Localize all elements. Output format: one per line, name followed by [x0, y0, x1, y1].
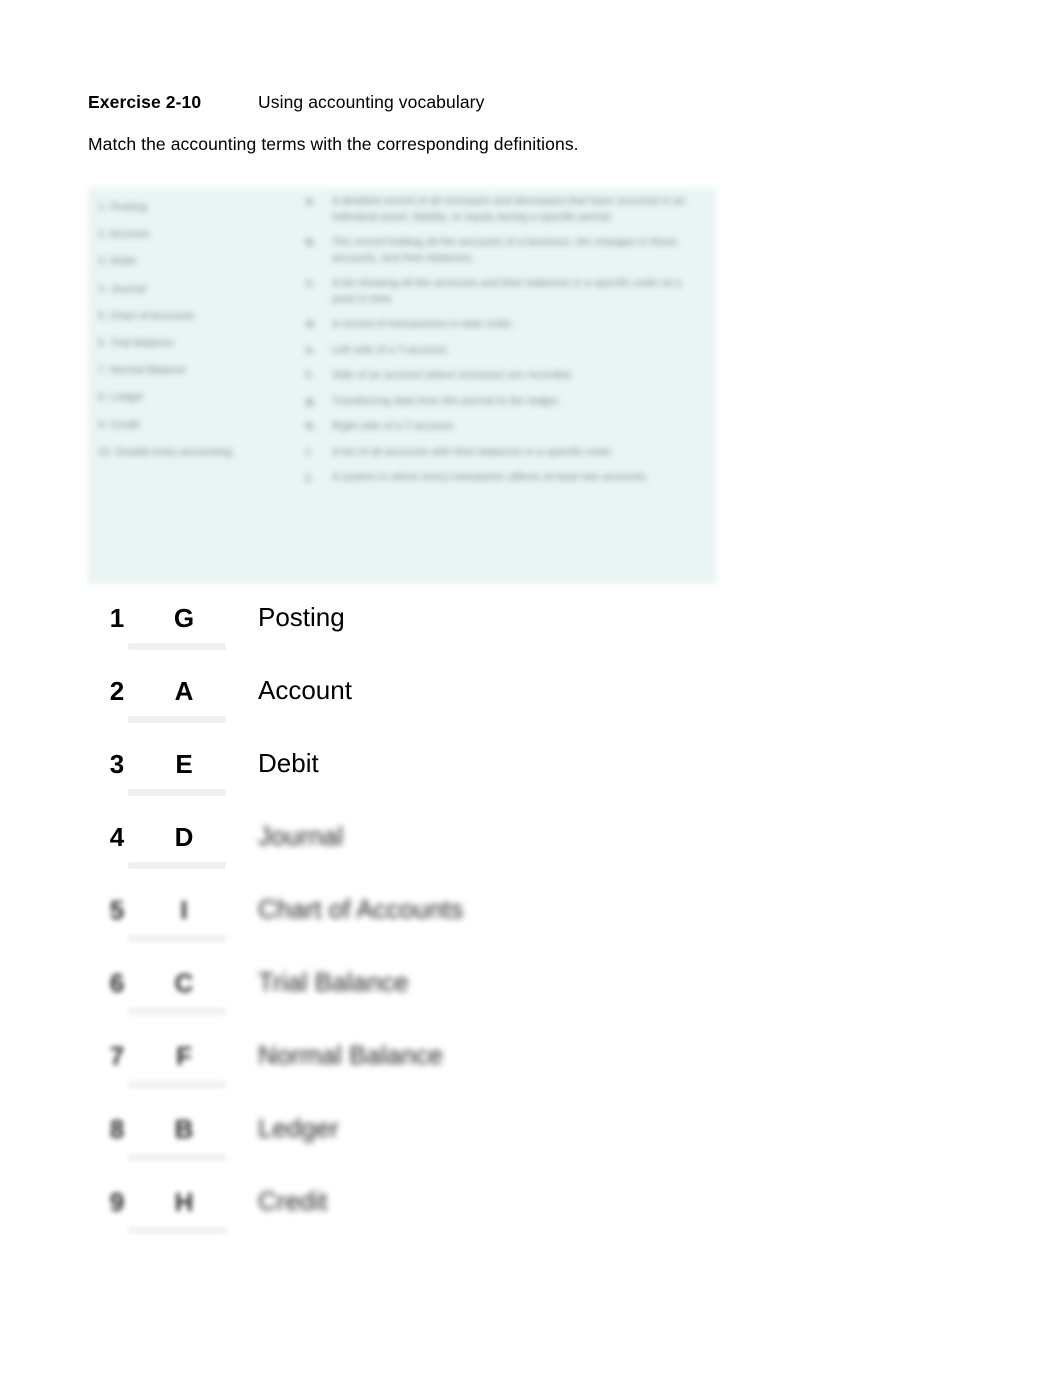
answer-blank-rule[interactable] — [128, 862, 226, 869]
exhibit-term-4: 4. Journal — [98, 282, 147, 295]
answer-number-9: 9 — [109, 1187, 125, 1217]
answer-row: 8 B Ledger — [88, 1107, 788, 1180]
exhibit-term-6: 6. Trial Balance — [98, 337, 174, 350]
answer-letter-input[interactable]: E — [164, 748, 204, 780]
exhibit-definitions-column: a. A detailed record of all increases and… — [306, 194, 706, 496]
answer-number-3: 3 — [109, 749, 125, 779]
exhibit-definition-8: h. Right side of a T-account. — [306, 419, 706, 435]
answer-blank-rule[interactable] — [128, 789, 226, 796]
exhibit-term-10: 10. Double-entry accounting — [98, 445, 233, 458]
exhibit-definition-letter: f. — [306, 369, 313, 381]
exhibit-term-7: 7. Normal Balance — [98, 364, 187, 377]
answer-letter-input[interactable]: H — [164, 1186, 204, 1218]
exhibit-definition-10: j. A system in which every transaction af… — [306, 470, 706, 486]
answer-letter-input[interactable]: C — [164, 967, 204, 999]
answer-row: 5 I Chart of Accounts — [88, 888, 788, 961]
exhibit-definition-text: A list of all accounts with their balanc… — [332, 445, 615, 458]
exhibit-matching-table: 1. Posting 2. Account 3. Debit 4. Journal 5.… — [88, 188, 716, 584]
exercise-number-label: Exercise 2-10 — [88, 92, 202, 112]
answer-blank-rule[interactable] — [128, 935, 226, 942]
answer-row: 1 G Posting — [88, 596, 788, 669]
answer-letter-input[interactable]: I — [164, 894, 204, 926]
exhibit-definition-text: The record holding all the accounts of a… — [332, 236, 678, 264]
exhibit-definition-5: e. Left side of a T-account. — [306, 343, 706, 359]
exercise-heading: Exercise 2-10 Using accounting vocabular… — [88, 90, 828, 114]
instruction-text: Match the accounting terms with the corr… — [88, 134, 579, 154]
answer-term-label: Debit — [258, 748, 319, 778]
answer-number-5: 5 — [109, 895, 125, 925]
exhibit-term-1: 1. Posting — [98, 201, 147, 213]
answer-number-4: 4 — [109, 822, 125, 852]
exhibit-definition-2: b. The record holding all the accounts of… — [306, 235, 706, 266]
exhibit-definition-7: g. Transferring data from the journal to … — [306, 394, 706, 410]
answer-blank-rule[interactable] — [128, 1154, 226, 1161]
exhibit-definition-text: Right side of a T-account. — [332, 420, 457, 432]
exhibit-definition-letter: i. — [306, 445, 313, 458]
exhibit-definition-text: A record of transactions in date order. — [332, 318, 515, 330]
exhibit-definition-letter: e. — [306, 343, 316, 356]
answer-letter-input[interactable]: D — [164, 821, 204, 853]
answer-term-label: Credit — [258, 1186, 328, 1216]
exhibit-inner: 1. Posting 2. Account 3. Debit 4. Journal 5.… — [88, 188, 716, 584]
answer-blank-rule[interactable] — [128, 1227, 226, 1234]
exhibit-definition-1: a. A detailed record of all increases and… — [306, 194, 706, 225]
exhibit-definition-text: Transferring data from the journal to th… — [332, 394, 561, 407]
answer-row: 7 F Normal Balance — [88, 1034, 788, 1107]
exhibit-terms-column: 1. Posting 2. Account 3. Debit 4. Journal 5.… — [98, 194, 303, 466]
answer-row: 6 C Trial Balance — [88, 961, 788, 1034]
exhibit-definition-letter: h. — [306, 420, 316, 432]
exercise-title: Using accounting vocabulary — [258, 92, 485, 112]
exhibit-definition-4: d. A record of transactions in date order… — [306, 317, 706, 333]
answer-term-label: Chart of Accounts — [258, 894, 464, 924]
exhibit-definition-text: Left side of a T-account. — [332, 343, 449, 356]
answer-letter-input[interactable]: B — [164, 1113, 204, 1145]
answer-number-7: 7 — [109, 1041, 125, 1071]
answer-number-1: 1 — [109, 603, 125, 633]
answer-number-8: 8 — [109, 1114, 125, 1144]
answer-term-label: Trial Balance — [258, 967, 409, 997]
answer-blank-rule[interactable] — [128, 1008, 226, 1015]
answer-term-label: Ledger — [258, 1113, 339, 1143]
exhibit-definition-6: f. Side of an account where increases are… — [306, 368, 706, 384]
answer-number-6: 6 — [109, 968, 125, 998]
answer-row: 4 D Journal — [88, 815, 788, 888]
answer-blank-rule[interactable] — [128, 1081, 226, 1088]
exhibit-definition-letter: b. — [306, 236, 316, 248]
answer-term-label: Posting — [258, 602, 345, 632]
exhibit-definition-text: A list showing all the accounts and thei… — [332, 277, 681, 305]
exhibit-definition-3: c. A list showing all the accounts and th… — [306, 276, 706, 307]
exhibit-definition-9: i. A list of all accounts with their bala… — [306, 445, 706, 461]
answer-term-label: Journal — [258, 821, 344, 851]
exhibit-term-9: 9. Credit — [98, 418, 140, 431]
answer-letter-input[interactable]: G — [164, 602, 204, 634]
document-page: Exercise 2-10 Using accounting vocabular… — [0, 0, 1062, 1377]
exhibit-definition-letter: g. — [306, 394, 316, 407]
answer-row: 3 E Debit — [88, 742, 788, 815]
answer-row: 2 A Account — [88, 669, 788, 742]
exhibit-term-3: 3. Debit — [98, 255, 136, 268]
answer-term-label: Normal Balance — [258, 1040, 443, 1070]
exhibit-definition-text: A system in which every transaction affe… — [332, 471, 650, 483]
answer-term-label: Account — [258, 675, 352, 705]
exhibit-term-5: 5. Chart of Accounts — [98, 309, 195, 322]
exhibit-definition-letter: c. — [306, 277, 316, 289]
answer-letter-input[interactable]: A — [164, 675, 204, 707]
answer-letter-input[interactable]: F — [164, 1040, 204, 1072]
exhibit-definition-letter: j. — [306, 471, 313, 483]
answer-row: 9 H Credit — [88, 1180, 788, 1253]
exhibit-term-2: 2. Account — [98, 228, 150, 241]
exhibit-term-8: 8. Ledger — [98, 391, 145, 404]
answer-number-2: 2 — [109, 676, 125, 706]
answer-blank-rule[interactable] — [128, 716, 226, 723]
exhibit-definition-text: A detailed record of all increases and d… — [332, 195, 686, 223]
exhibit-definition-text: Side of an account where increases are r… — [332, 369, 574, 381]
exhibit-definition-letter: d. — [306, 318, 316, 330]
exhibit-definition-letter: a. — [306, 195, 316, 207]
answers-list: 1 G Posting 2 A Account 3 E Debit 4 D Journal 5 I Char… — [88, 596, 788, 1253]
answer-blank-rule[interactable] — [128, 643, 226, 650]
